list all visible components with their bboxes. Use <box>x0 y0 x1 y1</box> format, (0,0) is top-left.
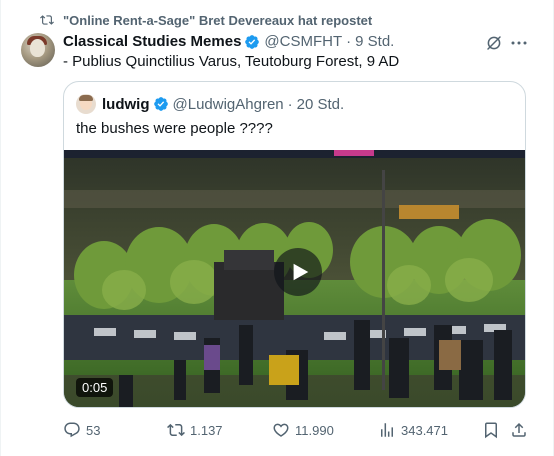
bookmark-button[interactable] <box>482 418 505 442</box>
repost-icon <box>40 15 54 25</box>
header-separator: · <box>346 33 352 50</box>
quote-text: the bushes were people ???? <box>76 120 273 137</box>
tweet-text: - Publius Quinctilius Varus, Teutoburg F… <box>63 53 400 70</box>
video-duration: 0:05 <box>76 378 114 397</box>
quote-avatar[interactable] <box>76 94 96 114</box>
play-icon <box>293 263 309 281</box>
grok-icon[interactable] <box>485 34 503 52</box>
quote-time[interactable]: 20 Std. <box>297 96 345 113</box>
quote-author-name[interactable]: ludwig <box>102 96 150 113</box>
reply-count: 53 <box>86 422 101 438</box>
author-name[interactable]: Classical Studies Memes <box>63 33 241 50</box>
author-handle[interactable]: @CSMFHT <box>264 33 342 50</box>
verified-badge-icon <box>153 97 168 111</box>
like-button[interactable]: 11.990 <box>272 418 334 442</box>
video-player[interactable]: 0:05 <box>64 150 525 407</box>
verified-badge-icon <box>245 34 260 49</box>
left-divider <box>0 0 1 456</box>
share-icon <box>512 422 526 437</box>
bookmark-icon <box>485 422 497 439</box>
quote-author-handle[interactable]: @LudwigAhgren <box>173 96 284 113</box>
heart-icon <box>273 423 289 437</box>
play-button[interactable] <box>274 248 322 296</box>
tweet-time[interactable]: 9 Std. <box>355 33 394 50</box>
tweet-header: Classical Studies Memes @CSMFHT · 9 Std. <box>63 33 394 50</box>
views-button[interactable]: 343.471 <box>378 418 448 442</box>
reply-icon <box>64 422 80 438</box>
repost-count: 1.137 <box>190 422 223 438</box>
repost-button[interactable]: 1.137 <box>167 418 223 442</box>
author-avatar[interactable] <box>21 33 55 67</box>
analytics-icon <box>381 423 393 437</box>
quote-header: ludwig @LudwigAhgren · 20 Std. <box>76 94 344 114</box>
repost-icon <box>167 423 185 437</box>
repost-indicator[interactable]: "Online Rent-a-Sage" Bret Devereaux hat … <box>40 10 372 30</box>
quoted-tweet[interactable]: ludwig @LudwigAhgren · 20 Std. the bushe… <box>63 81 526 408</box>
share-button[interactable] <box>510 418 533 442</box>
quote-header-separator: · <box>287 95 293 113</box>
repost-text: "Online Rent-a-Sage" Bret Devereaux hat … <box>63 12 373 28</box>
more-options-icon[interactable] <box>510 38 528 48</box>
reply-button[interactable]: 53 <box>63 418 100 442</box>
view-count: 343.471 <box>401 422 448 438</box>
action-bar: 53 1.137 11.990 343.471 <box>63 418 533 442</box>
like-count: 11.990 <box>295 422 334 438</box>
